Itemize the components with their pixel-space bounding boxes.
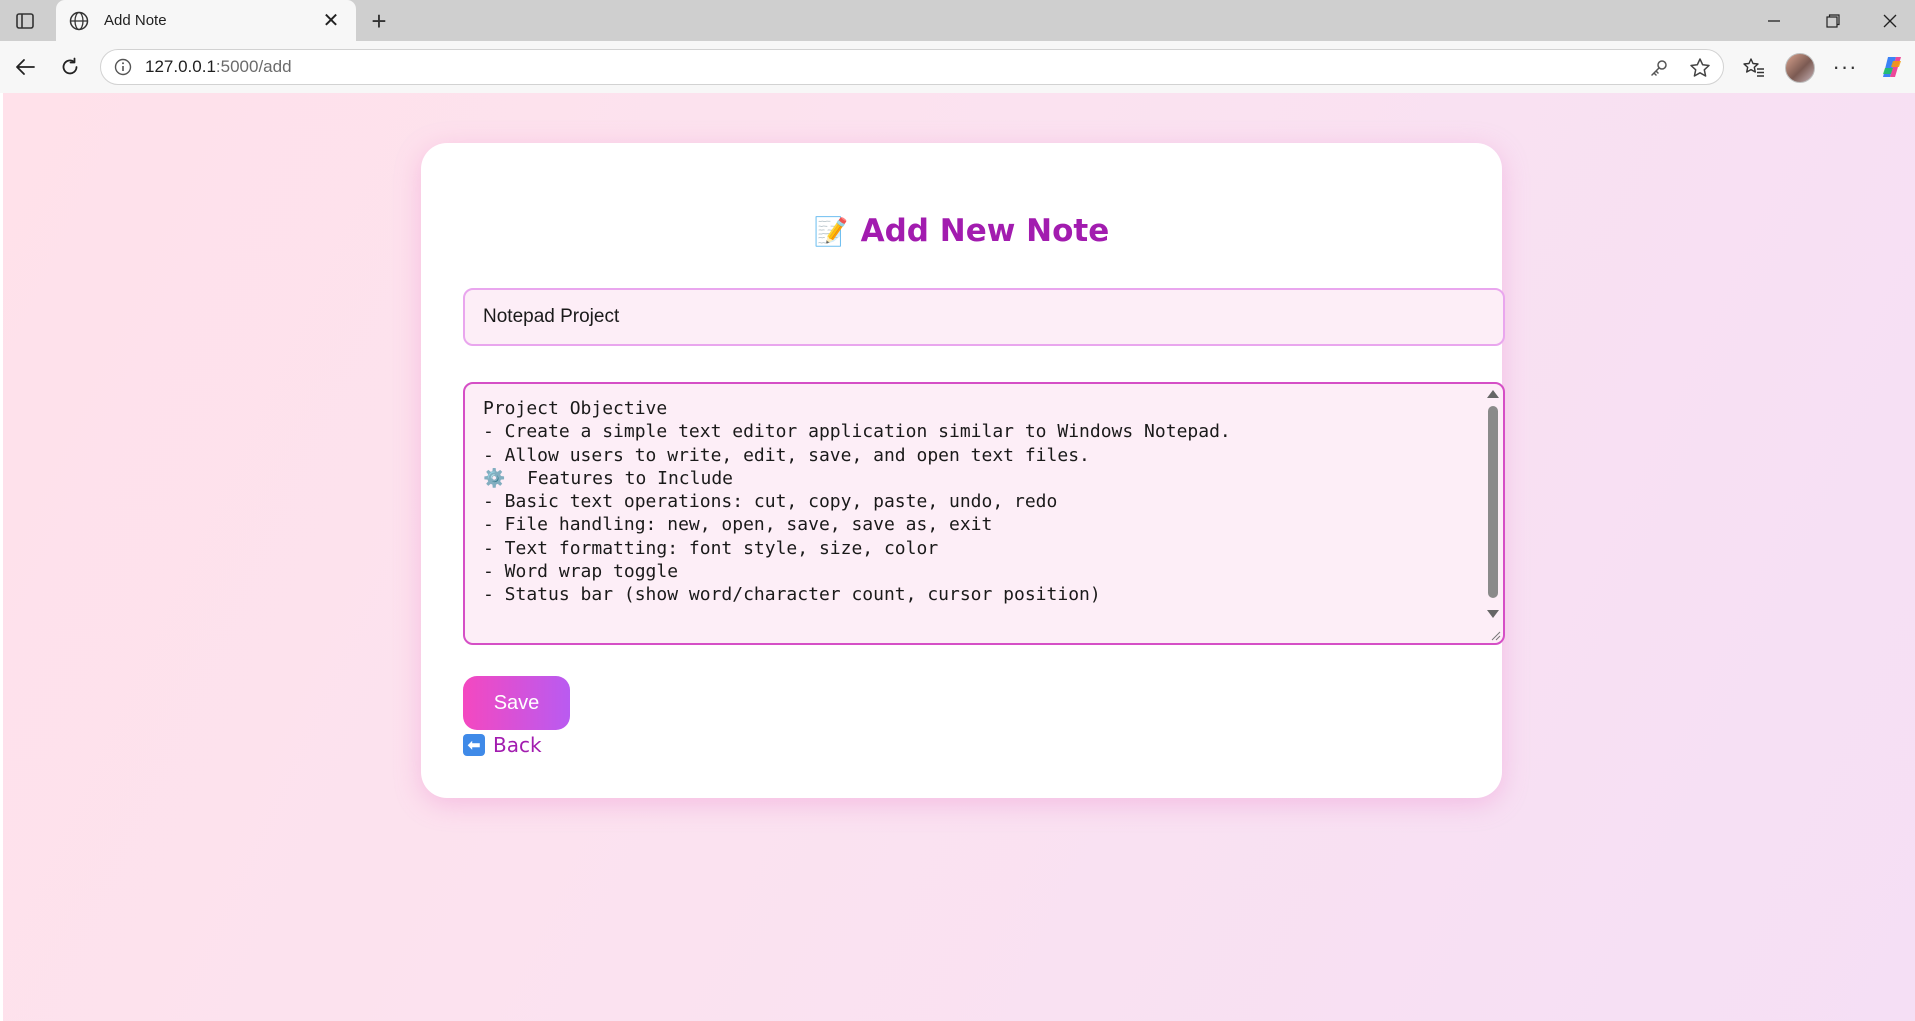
key-icon[interactable] [1647,56,1671,80]
globe-icon [68,10,90,32]
sidebar-toggle-icon[interactable] [10,9,40,33]
tab-bar: Add Note ✕ + [0,0,1915,41]
close-tab-icon[interactable]: ✕ [318,8,344,34]
browser-toolbar: 127.0.0.1:5000/add ··· [0,41,1915,93]
memo-icon: 📝 [813,215,849,247]
scroll-thumb[interactable] [1488,406,1498,598]
url-path: :5000/add [215,57,292,76]
new-tab-icon[interactable]: + [364,6,394,36]
note-content-box: Project Objective - Create a simple text… [463,382,1505,645]
back-arrow-icon[interactable] [9,51,41,83]
page-title: 📝 Add New Note [421,213,1502,249]
back-link[interactable]: ⬅ Back [463,733,542,757]
save-button[interactable]: Save [463,676,570,730]
reload-icon[interactable] [54,51,86,83]
scroll-down-arrow-icon[interactable] [1487,610,1499,618]
favorite-star-icon[interactable] [1688,56,1712,80]
note-form-card: 📝 Add New Note Project Objective - Creat… [421,143,1505,798]
page-title-text: Add New Note [860,213,1110,249]
tab-title: Add Note [104,12,167,29]
url-host: 127.0.0.1 [145,57,216,76]
profile-avatar[interactable] [1785,53,1815,83]
address-bar[interactable]: 127.0.0.1:5000/add [100,49,1724,85]
note-title-input[interactable] [463,288,1505,346]
tab-add-note[interactable]: Add Note ✕ [56,0,356,41]
back-arrow-emoji-icon: ⬅ [463,734,485,756]
favorites-icon[interactable] [1738,51,1770,83]
resize-grip-icon[interactable] [1489,629,1501,641]
restore-icon[interactable] [1811,4,1855,38]
minimize-icon[interactable] [1752,4,1796,38]
site-info-icon[interactable] [113,57,133,77]
back-link-label: Back [493,733,542,757]
scroll-up-arrow-icon[interactable] [1487,390,1499,398]
content-scrollbar[interactable] [1483,384,1503,643]
note-content-textarea[interactable]: Project Objective - Create a simple text… [465,384,1485,643]
page-viewport: 📝 Add New Note Project Objective - Creat… [3,93,1915,1021]
copilot-icon[interactable] [1876,51,1908,83]
close-window-icon[interactable] [1868,4,1912,38]
more-options-icon[interactable]: ··· [1829,51,1861,83]
